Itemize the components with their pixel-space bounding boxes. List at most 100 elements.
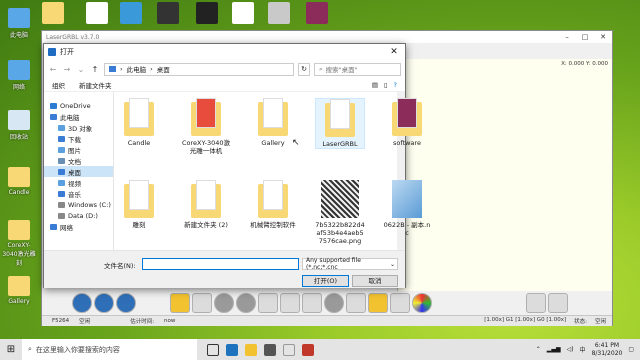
file-item[interactable]: 7b5322b822d4af53b4e4aeb57576cae.png bbox=[315, 180, 365, 245]
gear-icon[interactable] bbox=[324, 293, 344, 313]
tree-item-icon bbox=[58, 201, 65, 208]
laser-icon[interactable] bbox=[170, 293, 190, 313]
center-icon[interactable] bbox=[236, 293, 256, 313]
close-icon[interactable]: ✕ bbox=[383, 47, 405, 57]
start-button[interactable]: ⊞ bbox=[0, 344, 22, 355]
tree-item[interactable]: Windows (C:) bbox=[44, 199, 113, 210]
tree-item[interactable]: 图片 bbox=[44, 144, 113, 155]
close-icon[interactable]: ✕ bbox=[594, 33, 612, 41]
desktop-icon-doc[interactable] bbox=[86, 2, 108, 24]
walk-icon[interactable] bbox=[526, 293, 546, 313]
maximize-icon[interactable]: □ bbox=[576, 33, 594, 41]
desktop-icon-network[interactable]: 网络 bbox=[2, 60, 36, 91]
volume-icon[interactable]: ◁) bbox=[567, 346, 574, 353]
tree-item-icon bbox=[50, 113, 57, 120]
tree-item[interactable]: 网络 bbox=[44, 221, 113, 232]
filename-input[interactable] bbox=[142, 258, 299, 270]
tree-item[interactable]: 此电脑 bbox=[44, 111, 113, 122]
hand-icon[interactable] bbox=[548, 293, 568, 313]
probe-icon[interactable] bbox=[390, 293, 410, 313]
store-icon[interactable] bbox=[264, 343, 276, 356]
tree-item[interactable]: Data (D:) bbox=[44, 210, 113, 221]
tree-item[interactable]: 文档 bbox=[44, 155, 113, 166]
file-item[interactable]: LaserGRBL bbox=[315, 98, 365, 149]
chevron-down-icon[interactable]: ⌄ bbox=[76, 65, 86, 74]
desktop-icon-image[interactable] bbox=[268, 2, 290, 24]
image-thumbnail-icon bbox=[321, 180, 359, 218]
file-item[interactable]: 0622B - 副本.nc bbox=[382, 180, 432, 237]
target-icon[interactable] bbox=[214, 293, 234, 313]
task-view-icon[interactable] bbox=[207, 343, 219, 356]
file-item[interactable]: software bbox=[382, 98, 432, 147]
speed-overrides: [1.00x] G1 [1.00x] G0 [1.00x] bbox=[484, 317, 567, 323]
desktop-icon-app[interactable] bbox=[120, 2, 142, 24]
preview-pane-icon[interactable]: ▯ bbox=[384, 81, 388, 89]
breadcrumb-desktop[interactable]: 桌面 bbox=[157, 64, 170, 74]
color-wheel-icon[interactable] bbox=[412, 293, 432, 313]
file-item[interactable]: 新建文件夹 (2) bbox=[181, 180, 231, 229]
file-item[interactable]: CoreXY-3040激光雕一体机 bbox=[181, 98, 231, 155]
up-arrow-icon[interactable]: ↑ bbox=[90, 65, 100, 74]
address-bar[interactable]: › 此电脑 › 桌面 bbox=[104, 62, 294, 76]
tree-item[interactable]: 音乐 bbox=[44, 188, 113, 199]
file-item[interactable]: Candle bbox=[114, 98, 164, 147]
sun-icon[interactable] bbox=[368, 293, 388, 313]
star-icon[interactable] bbox=[346, 293, 366, 313]
desktop-icon-window[interactable] bbox=[157, 2, 179, 24]
cancel-button[interactable]: 取消 bbox=[352, 275, 398, 287]
desktop-icon-inkscape[interactable] bbox=[196, 2, 218, 24]
notification-icon[interactable]: ▢ bbox=[628, 346, 634, 353]
tree-item[interactable]: OneDrive bbox=[44, 100, 113, 111]
move-icon[interactable] bbox=[302, 293, 322, 313]
tree-item[interactable]: 桌面 bbox=[44, 166, 113, 177]
desktop-icon-folder[interactable] bbox=[42, 2, 64, 24]
state-value: 空闲 bbox=[594, 319, 606, 325]
desktop-icon-this-pc[interactable]: 此电脑 bbox=[2, 8, 36, 39]
tree-item[interactable]: 下载 bbox=[44, 133, 113, 144]
taskbar-search-placeholder: 在这里输入你要搜索的内容 bbox=[35, 345, 120, 354]
file-explorer-icon[interactable] bbox=[245, 343, 257, 356]
forward-arrow-icon[interactable]: → bbox=[62, 65, 72, 74]
file-item[interactable]: 机械臂控制软件 bbox=[248, 180, 298, 229]
desktop-icon-corexy[interactable]: CoreXY-3040激光雕刻 bbox=[2, 220, 36, 267]
app-icon[interactable] bbox=[302, 343, 314, 356]
ime-indicator[interactable]: 中 bbox=[580, 345, 586, 354]
preview-panel[interactable]: X: 0.000 Y: 0.000 bbox=[397, 59, 612, 291]
search-input[interactable]: ⌕ 搜索"桌面" bbox=[314, 62, 401, 76]
desktop-icon-file[interactable] bbox=[232, 2, 254, 24]
tree-item[interactable]: 视频 bbox=[44, 177, 113, 188]
minimize-icon[interactable]: – bbox=[558, 33, 576, 41]
taskbar-search[interactable]: ⌕ 在这里输入你要搜索的内容 bbox=[22, 339, 197, 360]
tree-item[interactable]: 3D 对象 bbox=[44, 122, 113, 133]
desktop-icon-winrar[interactable] bbox=[306, 2, 328, 24]
filetype-select[interactable]: Any supported file (*.nc;*.cnc ⌄ bbox=[302, 257, 398, 271]
clock[interactable]: 6:41 PM 8/31/2020 bbox=[592, 342, 623, 358]
open-button[interactable]: 打开(O) bbox=[302, 275, 349, 287]
tray-icon[interactable]: ⌃ bbox=[536, 346, 541, 353]
file-item[interactable]: 雕刻 bbox=[114, 180, 164, 229]
view-options-icon[interactable]: ▤ bbox=[372, 81, 378, 89]
refresh-icon[interactable]: ↻ bbox=[298, 62, 310, 76]
back-arrow-icon[interactable]: ← bbox=[48, 65, 58, 74]
tool-icon[interactable] bbox=[258, 293, 278, 313]
jog-right-icon[interactable] bbox=[116, 293, 136, 313]
desktop-icon-candle[interactable]: Candle bbox=[2, 167, 36, 196]
network-icon[interactable]: ▂▄▆ bbox=[547, 346, 561, 353]
address-row: ← → ⌄ ↑ › 此电脑 › 桌面 ↻ ⌕ 搜索"桌面" bbox=[44, 60, 405, 78]
jog-icon[interactable] bbox=[72, 293, 92, 313]
edge-icon[interactable] bbox=[226, 343, 238, 356]
help-icon[interactable]: ? bbox=[394, 81, 397, 89]
file-item[interactable]: Gallery bbox=[248, 98, 298, 147]
breadcrumb-this-pc[interactable]: 此电脑 bbox=[127, 64, 147, 74]
organize-menu[interactable]: 组织 bbox=[52, 80, 65, 90]
lock-icon[interactable] bbox=[192, 293, 212, 313]
nc-file-icon bbox=[392, 180, 422, 218]
new-folder-button[interactable]: 新建文件夹 bbox=[79, 80, 112, 90]
lasergrbl-statusbar: F5264 空闲 估计时间: now [1.00x] G1 [1.00x] G0… bbox=[42, 315, 612, 326]
file-list: Candle CoreXY-3040激光雕一体机 Gallery LaserGRBL s… bbox=[114, 92, 430, 250]
jog-down-icon[interactable] bbox=[94, 293, 114, 313]
desktop-icon-recycle-bin[interactable]: 回收站 bbox=[2, 110, 36, 141]
desktop-icon-gallery[interactable]: Gallery bbox=[2, 276, 36, 305]
cross-icon[interactable] bbox=[280, 293, 300, 313]
lasergrbl-taskbar-icon[interactable] bbox=[283, 343, 295, 356]
